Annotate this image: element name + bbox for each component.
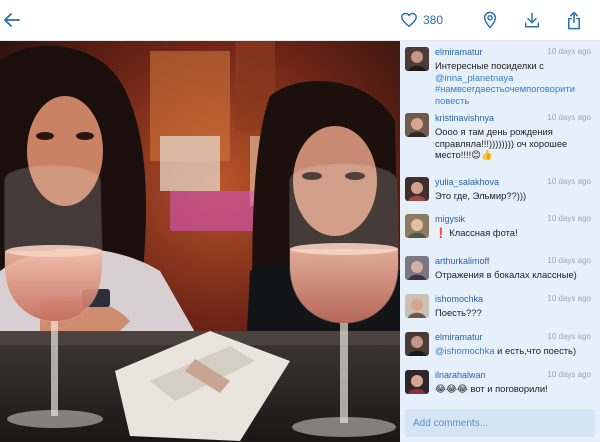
comment-hashtag-cont[interactable]: повесть <box>435 95 593 107</box>
toolbar: 380 <box>0 0 600 41</box>
heart-icon <box>401 12 417 28</box>
download-button[interactable] <box>520 0 544 40</box>
add-comment-input[interactable] <box>405 409 595 437</box>
comment-text: Поесть??? <box>435 307 482 318</box>
comment-text: Это где, Эльмир??))) <box>435 190 527 201</box>
comment-text: ❗ Классная фота! <box>435 227 518 238</box>
comment-item: ishomochka 10 days ago Поесть??? <box>400 290 600 328</box>
comment-username[interactable]: elmiramatur <box>435 47 483 57</box>
location-pin-icon <box>483 11 497 29</box>
comment-text: 😂😂😂 вот и поговорили! <box>435 383 548 394</box>
comment-item: ilnarahalwan 10 days ago 😂😂😂 вот и погов… <box>400 366 600 404</box>
comment-text: Оооо я там день рождения справляла!!!)))… <box>435 126 593 161</box>
comment-item: elmiramatur 10 days ago @ishomochka и ес… <box>400 328 600 366</box>
comment-rest: и есть,что поесть) <box>494 345 577 356</box>
avatar[interactable] <box>405 256 429 280</box>
back-arrow-icon <box>4 13 20 27</box>
location-button[interactable] <box>478 0 502 40</box>
comment-timestamp: 10 days ago <box>547 294 591 303</box>
comment-username[interactable]: migysik <box>435 214 465 224</box>
comment-text: @ishomochka и есть,что поесть) <box>435 345 593 357</box>
share-icon <box>568 11 580 29</box>
comment-username[interactable]: ishomochka <box>435 294 483 304</box>
comment-username[interactable]: arthurkalimoff <box>435 256 489 266</box>
post-photo[interactable] <box>0 41 400 442</box>
comment-text: Интересные посиделки с @inna_planetnaya … <box>435 60 593 107</box>
comment-timestamp: 10 days ago <box>547 370 591 379</box>
comment-username[interactable]: ilnarahalwan <box>435 370 486 380</box>
comment-line: справляла!!!)))))))) оч хорошее <box>435 137 568 149</box>
comment-username[interactable]: kristinavishnya <box>435 113 494 123</box>
download-icon <box>524 12 540 28</box>
comment-timestamp: 10 days ago <box>547 332 591 341</box>
avatar[interactable] <box>405 332 429 356</box>
comment-hashtag[interactable]: #намвсегдаестьочемпоговорити <box>435 83 593 95</box>
comment-timestamp: 10 days ago <box>547 177 591 186</box>
avatar[interactable] <box>405 177 429 201</box>
share-button[interactable] <box>562 0 586 40</box>
comment-line: Интересные посиделки с <box>435 60 544 71</box>
comment-username[interactable]: yulia_salakhova <box>435 177 499 187</box>
comment-item: migysik 10 days ago ❗ Классная фота! <box>400 210 600 248</box>
comment-item: arthurkalimoff 10 days ago Отражения в б… <box>400 252 600 290</box>
like-button[interactable]: 380 <box>400 0 448 40</box>
photo-illustration <box>0 41 400 442</box>
comment-timestamp: 10 days ago <box>547 113 591 122</box>
comment-mention[interactable]: @inna_planetnaya <box>435 72 593 84</box>
avatar[interactable] <box>405 214 429 238</box>
comment-text: Отражения в бокалах классные) <box>435 269 577 280</box>
avatar[interactable] <box>405 113 429 137</box>
avatar[interactable] <box>405 47 429 71</box>
avatar[interactable] <box>405 294 429 318</box>
comment-timestamp: 10 days ago <box>547 47 591 56</box>
back-button[interactable] <box>0 0 24 40</box>
comments-panel: elmiramatur 10 days ago Интересные посид… <box>400 41 600 442</box>
comment-timestamp: 10 days ago <box>547 256 591 265</box>
like-count: 380 <box>423 13 444 27</box>
comment-line: место!!!!😊👍 <box>435 149 493 161</box>
comment-line: Оооо я там день рождения <box>435 126 553 137</box>
comment-item: elmiramatur 10 days ago Интересные посид… <box>400 43 600 113</box>
comment-item: yulia_salakhova 10 days ago Это где, Эль… <box>400 173 600 211</box>
comment-item: kristinavishnya 10 days ago Оооо я там д… <box>400 109 600 169</box>
comment-mention[interactable]: @ishomochka <box>435 345 495 356</box>
comment-username[interactable]: elmiramatur <box>435 332 483 342</box>
avatar[interactable] <box>405 370 429 394</box>
comment-timestamp: 10 days ago <box>547 214 591 223</box>
